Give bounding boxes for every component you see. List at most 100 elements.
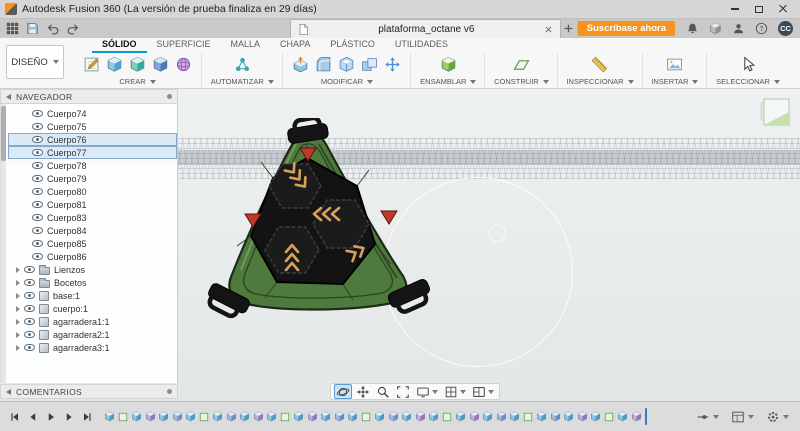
combine-icon[interactable] (360, 55, 379, 74)
visibility-eye-icon[interactable] (24, 331, 35, 338)
viewcube[interactable] (760, 98, 790, 126)
visibility-eye-icon[interactable] (32, 136, 43, 143)
fillet-icon[interactable] (314, 55, 333, 74)
group-dropdown-insertar[interactable]: INSERTAR (651, 77, 699, 86)
navigator-item-base-1[interactable]: base:1 (8, 289, 177, 302)
pan-icon[interactable] (354, 384, 372, 399)
timeline-feature-icon[interactable] (631, 411, 642, 422)
cube-sweep-icon[interactable] (151, 55, 170, 74)
box-icon[interactable] (707, 21, 723, 37)
timeline-feature-icon[interactable] (374, 411, 385, 422)
cube-extrude-icon[interactable] (105, 55, 124, 74)
timeline-feature-icon[interactable] (266, 411, 277, 422)
timeline-feature-icon[interactable] (469, 411, 480, 422)
skip-end-icon[interactable] (79, 409, 94, 424)
navigator-item-lienzos[interactable]: Lienzos (8, 263, 177, 276)
group-dropdown-modificar[interactable]: MODIFICAR (321, 77, 374, 86)
group-dropdown-automatizar[interactable]: AUTOMATIZAR (211, 77, 274, 86)
expand-arrow-icon[interactable] (16, 279, 20, 286)
expand-arrow-icon[interactable] (16, 318, 20, 325)
navigator-item-cuerpo-1[interactable]: cuerpo:1 (8, 302, 177, 315)
assemble-icon[interactable] (439, 55, 458, 74)
collapse-panel-icon[interactable] (6, 93, 11, 100)
visibility-eye-icon[interactable] (32, 188, 43, 195)
display-settings-icon[interactable] (414, 384, 440, 399)
visibility-eye-icon[interactable] (24, 266, 35, 273)
avatar[interactable]: CC (778, 21, 793, 36)
maximize-button[interactable] (747, 0, 771, 18)
expand-arrow-icon[interactable] (16, 331, 20, 338)
move-icon[interactable] (383, 55, 402, 74)
orbit-icon[interactable] (334, 384, 352, 399)
timeline-feature-icon[interactable] (185, 411, 196, 422)
timeline-feature-icon[interactable] (482, 411, 493, 422)
timeline-layout-icon[interactable] (731, 410, 754, 424)
timeline-feature-icon[interactable] (347, 411, 358, 422)
group-dropdown-seleccionar[interactable]: SELECCIONAR (716, 77, 780, 86)
scrollbar-thumb[interactable] (1, 106, 6, 161)
insert-canvas-icon[interactable] (665, 55, 684, 74)
ribbon-tab-malla[interactable]: MALLA (221, 39, 271, 53)
visibility-eye-icon[interactable] (32, 240, 43, 247)
timeline-feature-icon[interactable] (145, 411, 156, 422)
timeline-feature-icon[interactable] (307, 411, 318, 422)
timeline-feature-icon[interactable] (388, 411, 399, 422)
navigator-item-cuerpo84[interactable]: Cuerpo84 (8, 224, 177, 237)
visibility-eye-icon[interactable] (24, 292, 35, 299)
new-tab-button[interactable] (561, 19, 578, 38)
press-pull-icon[interactable] (291, 55, 310, 74)
navigator-header[interactable]: NAVEGADOR (0, 89, 178, 104)
ribbon-tab-superficie[interactable]: SUPERFICIE (147, 39, 221, 53)
timeline-feature-icon[interactable] (455, 411, 466, 422)
bell-icon[interactable] (684, 21, 700, 37)
navigator-item-cuerpo80[interactable]: Cuerpo80 (8, 185, 177, 198)
model-octane-platform[interactable] (195, 118, 447, 332)
timeline-feature-icon[interactable] (361, 411, 372, 422)
visibility-eye-icon[interactable] (32, 201, 43, 208)
subscribe-button[interactable]: Suscríbase ahora (577, 21, 675, 36)
visibility-eye-icon[interactable] (32, 227, 43, 234)
timeline-feature-icon[interactable] (158, 411, 169, 422)
undo-icon[interactable] (44, 21, 61, 37)
shell-icon[interactable] (337, 55, 356, 74)
measure-icon[interactable] (590, 55, 609, 74)
automate-icon[interactable] (233, 55, 252, 74)
group-dropdown-construir[interactable]: CONSTRUIR (494, 77, 549, 86)
sphere-form-icon[interactable] (174, 55, 193, 74)
timeline-feature-icon[interactable] (280, 411, 291, 422)
timeline-feature-icon[interactable] (293, 411, 304, 422)
timeline-slider-icon[interactable] (696, 410, 719, 424)
navigator-item-cuerpo81[interactable]: Cuerpo81 (8, 198, 177, 211)
app-grid-icon[interactable] (4, 21, 21, 37)
timeline-position-marker[interactable] (644, 408, 647, 425)
timeline-feature-icon[interactable] (320, 411, 331, 422)
ribbon-tab-utilidades[interactable]: UTILIDADES (385, 39, 458, 53)
timeline-feature-icon[interactable] (496, 411, 507, 422)
timeline-feature-icon[interactable] (509, 411, 520, 422)
timeline-feature-icon[interactable] (104, 411, 115, 422)
timeline-feature-icon[interactable] (563, 411, 574, 422)
expand-arrow-icon[interactable] (16, 305, 20, 312)
expand-arrow-icon[interactable] (16, 266, 20, 273)
visibility-eye-icon[interactable] (24, 318, 35, 325)
timeline-feature-icon[interactable] (604, 411, 615, 422)
group-dropdown-crear[interactable]: CREAR (119, 77, 156, 86)
visibility-eye-icon[interactable] (32, 175, 43, 182)
timeline-feature-icon[interactable] (536, 411, 547, 422)
timeline-feature-icon[interactable] (523, 411, 534, 422)
visibility-eye-icon[interactable] (24, 305, 35, 312)
timeline-feature-icon[interactable] (199, 411, 210, 422)
timeline-feature-icon[interactable] (577, 411, 588, 422)
navigator-item-agarradera1-1[interactable]: agarradera1:1 (8, 315, 177, 328)
navigator-item-cuerpo83[interactable]: Cuerpo83 (8, 211, 177, 224)
visibility-eye-icon[interactable] (32, 253, 43, 260)
sketch-icon[interactable] (82, 55, 101, 74)
collapse-panel-icon[interactable] (6, 388, 11, 395)
navigator-item-bocetos[interactable]: Bocetos (8, 276, 177, 289)
timeline-feature-icon[interactable] (590, 411, 601, 422)
group-dropdown-ensamblar[interactable]: ENSAMBLAR (420, 77, 477, 86)
timeline-feature-icon[interactable] (172, 411, 183, 422)
navigator-item-agarradera2-1[interactable]: agarradera2:1 (8, 328, 177, 341)
step-forward-icon[interactable] (61, 409, 76, 424)
minimize-button[interactable] (723, 0, 747, 18)
